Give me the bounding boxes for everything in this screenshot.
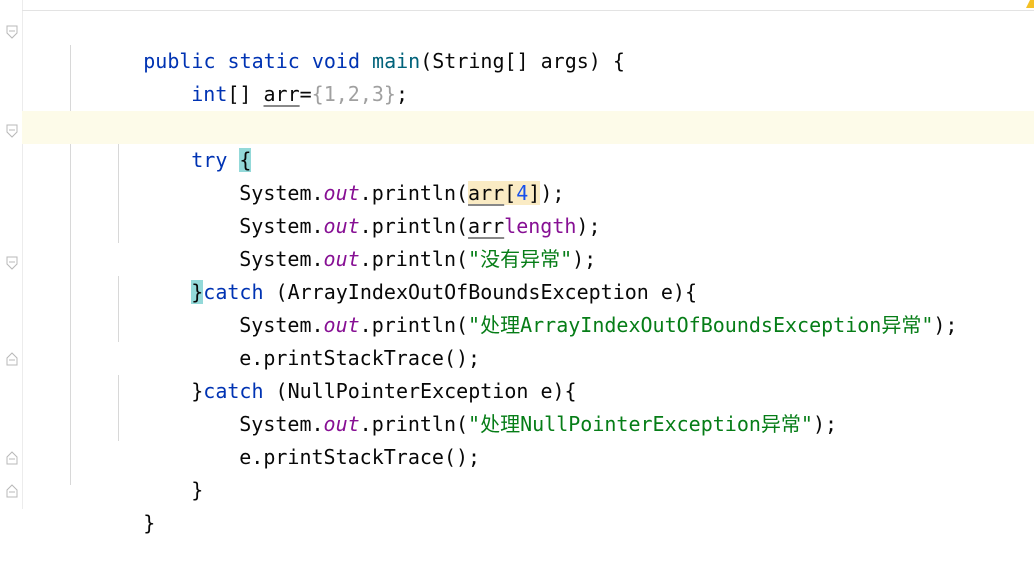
fold-open-icon[interactable] <box>6 24 18 39</box>
editor-gutter <box>0 0 23 509</box>
code-line: System.out.println("处理NullPointerExcepti… <box>22 375 1034 436</box>
fold-open-icon[interactable] <box>6 255 18 270</box>
code-line: }catch (ArrayIndexOutOfBoundsException e… <box>22 243 1034 304</box>
separator <box>22 10 1034 11</box>
fold-close-icon[interactable] <box>6 351 18 366</box>
code-line: int[] arr={1,2,3}; <box>22 45 1034 106</box>
code-line: public static void main(String[] args) { <box>22 12 1034 73</box>
code-line: } <box>22 474 1034 535</box>
fold-open-icon[interactable] <box>6 123 18 138</box>
warning-icon[interactable] <box>1022 0 1034 8</box>
code-line: e.printStackTrace(); <box>22 309 1034 370</box>
fold-close-icon[interactable] <box>6 483 18 498</box>
code-token: } <box>143 511 156 535</box>
code-line: arr=null; <box>22 78 1034 139</box>
code-line-current: try { <box>22 111 1034 172</box>
code-line: } <box>22 441 1034 502</box>
code-line: System.out.println(arrlength); <box>22 177 1034 238</box>
code-line: System.out.println(arr[4]); <box>22 144 1034 205</box>
code-line: System.out.println("没有异常"); <box>22 210 1034 271</box>
code-editor[interactable]: public static void main(String[] args) {… <box>22 12 1034 535</box>
code-line: e.printStackTrace(); <box>22 408 1034 469</box>
fold-close-icon[interactable] <box>6 450 18 465</box>
code-line: }catch (NullPointerException e){ <box>22 342 1034 403</box>
code-line: System.out.println("处理ArrayIndexOutOfBou… <box>22 276 1034 337</box>
